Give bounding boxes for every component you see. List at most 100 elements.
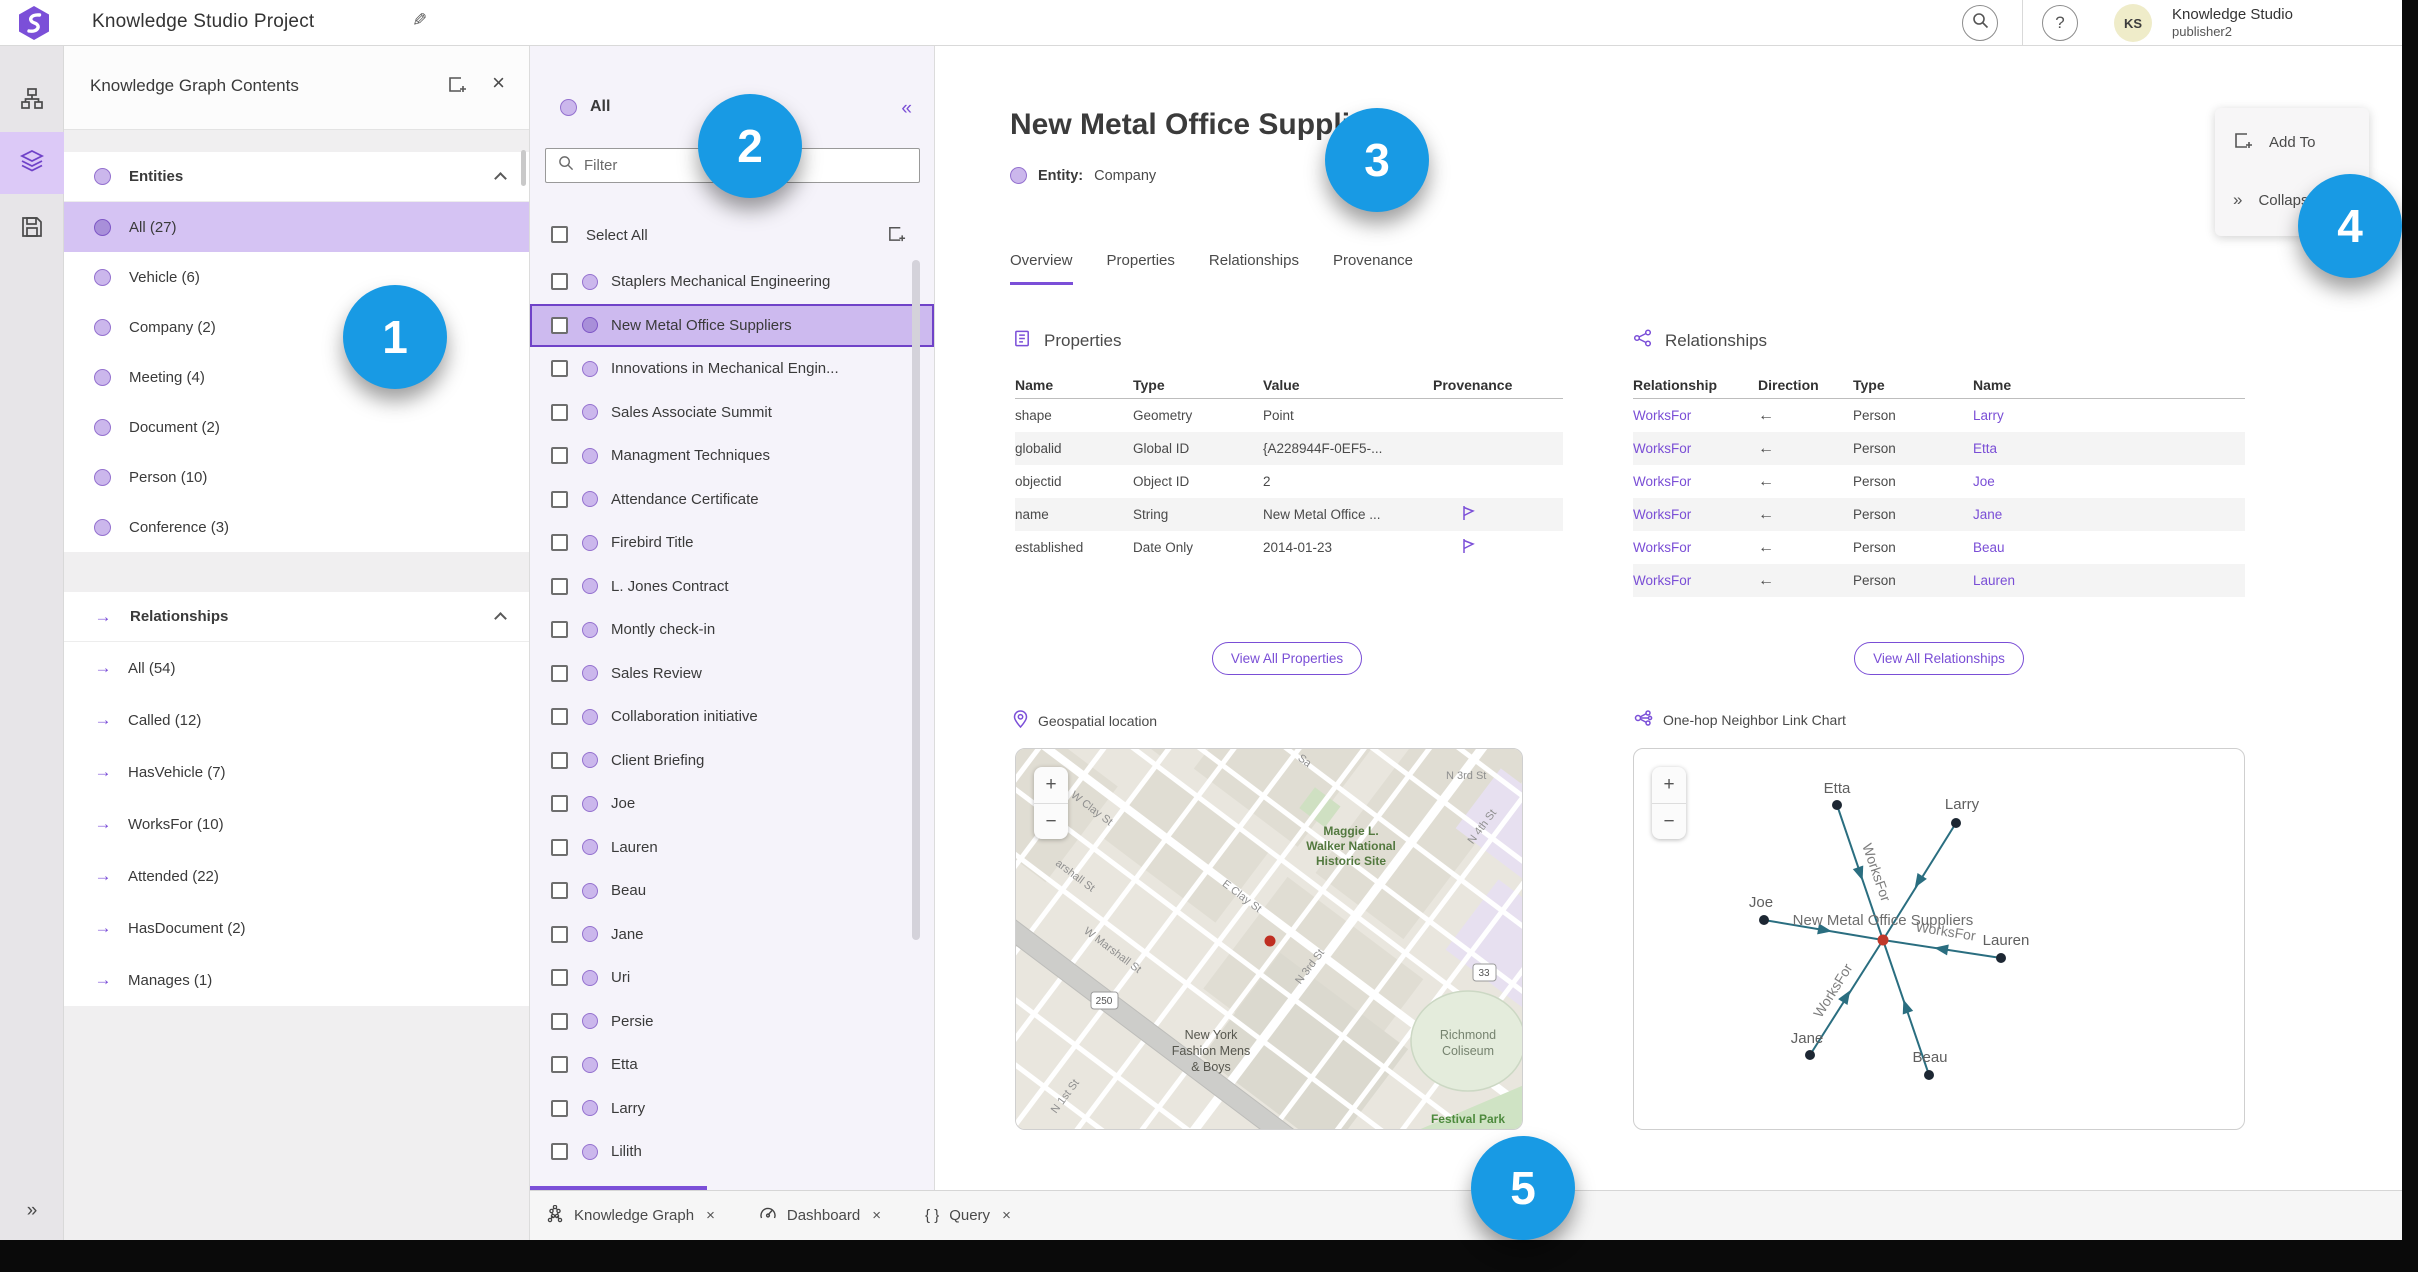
relationship-type-item[interactable]: → All (54) — [64, 642, 529, 694]
zoom-in-button[interactable]: + — [1652, 767, 1686, 803]
related-entity-link[interactable]: Lauren — [1973, 573, 2245, 588]
list-item[interactable]: Firebird Title — [530, 521, 934, 565]
property-row[interactable]: shape Geometry Point — [1015, 399, 1563, 432]
list-item[interactable]: New Metal Office Suppliers — [530, 303, 934, 347]
relationship-link[interactable]: WorksFor — [1633, 573, 1758, 588]
list-item[interactable]: Lilith — [530, 1130, 934, 1174]
node-center[interactable] — [1877, 934, 1889, 946]
item-checkbox[interactable] — [551, 534, 568, 552]
zoom-out-button[interactable]: − — [1034, 803, 1068, 839]
relationship-row[interactable]: WorksFor ← Person Jane — [1633, 498, 2245, 531]
node-joe[interactable] — [1759, 915, 1769, 925]
item-checkbox[interactable] — [551, 751, 568, 769]
account-info[interactable]: Knowledge Studio publisher2 — [2172, 6, 2293, 40]
list-item[interactable]: Managment Techniques — [530, 434, 934, 478]
relationships-section-header[interactable]: → Relationships — [64, 592, 529, 642]
view-all-properties-button[interactable]: View All Properties — [1211, 642, 1363, 675]
edit-title-icon[interactable]: ✎ — [412, 10, 427, 31]
provenance-flag-icon[interactable] — [1433, 505, 1563, 524]
entity-type-item[interactable]: Company (2) — [64, 302, 529, 352]
property-row[interactable]: established Date Only 2014-01-23 — [1015, 531, 1563, 564]
entity-type-item[interactable]: Meeting (4) — [64, 352, 529, 402]
view-all-relationships-button[interactable]: View All Relationships — [1854, 642, 2024, 675]
item-checkbox[interactable] — [551, 621, 568, 639]
relationship-link[interactable]: WorksFor — [1633, 441, 1758, 456]
list-item[interactable]: Uri — [530, 956, 934, 1000]
list-item[interactable]: Joe — [530, 782, 934, 826]
add-to-new-icon[interactable] — [887, 224, 906, 248]
related-entity-link[interactable]: Beau — [1973, 540, 2245, 555]
item-checkbox[interactable] — [551, 1099, 568, 1117]
rail-data-model-button[interactable] — [0, 70, 64, 132]
relationship-type-item[interactable]: → Called (12) — [64, 694, 529, 746]
item-checkbox[interactable] — [551, 577, 568, 595]
node-lauren[interactable] — [1996, 953, 2006, 963]
tab-relationships[interactable]: Relationships — [1209, 252, 1299, 285]
relationship-row[interactable]: WorksFor ← Person Lauren — [1633, 564, 2245, 597]
close-tab-icon[interactable]: × — [706, 1207, 715, 1224]
entity-type-item[interactable]: All (27) — [64, 202, 529, 252]
entity-type-item[interactable]: Document (2) — [64, 402, 529, 452]
add-to-new-icon[interactable] — [447, 74, 467, 99]
tab-query[interactable]: { } Query × — [925, 1207, 1011, 1224]
list-item[interactable]: Etta — [530, 1043, 934, 1087]
entity-type-item[interactable]: Vehicle (6) — [64, 252, 529, 302]
list-item[interactable]: Persie — [530, 1000, 934, 1044]
item-checkbox[interactable] — [551, 490, 568, 508]
add-to-button[interactable]: Add To — [2233, 130, 2315, 154]
related-entity-link[interactable]: Jane — [1973, 507, 2245, 522]
map-card[interactable]: N 3rd St N 4th St W Clay St E Clay St ar… — [1015, 748, 1523, 1130]
item-checkbox[interactable] — [551, 882, 568, 900]
item-checkbox[interactable] — [551, 360, 568, 378]
item-checkbox[interactable] — [551, 1143, 568, 1161]
zoom-in-button[interactable]: + — [1034, 767, 1068, 803]
list-item[interactable]: Beau — [530, 869, 934, 913]
item-checkbox[interactable] — [551, 1012, 568, 1030]
property-row[interactable]: name String New Metal Office ... — [1015, 498, 1563, 531]
provenance-flag-icon[interactable] — [1433, 538, 1563, 557]
item-checkbox[interactable] — [551, 925, 568, 943]
related-entity-link[interactable]: Joe — [1973, 474, 2245, 489]
list-item[interactable]: Sales Associate Summit — [530, 391, 934, 435]
list-item[interactable]: Lauren — [530, 826, 934, 870]
relationship-type-item[interactable]: → Attended (22) — [64, 850, 529, 902]
node-etta[interactable] — [1832, 800, 1842, 810]
relationship-row[interactable]: WorksFor ← Person Beau — [1633, 531, 2245, 564]
list-item[interactable]: Innovations in Mechanical Engin... — [530, 347, 934, 391]
collapse-panel-icon[interactable]: « — [901, 98, 912, 120]
property-row[interactable]: objectid Object ID 2 — [1015, 465, 1563, 498]
relationship-type-item[interactable]: → HasDocument (2) — [64, 902, 529, 954]
item-checkbox[interactable] — [551, 403, 568, 421]
close-tab-icon[interactable]: × — [1002, 1207, 1011, 1224]
list-item[interactable]: Montly check-in — [530, 608, 934, 652]
item-checkbox[interactable] — [551, 795, 568, 813]
property-row[interactable]: globalid Global ID {A228944F-0EF5-... — [1015, 432, 1563, 465]
tab-properties[interactable]: Properties — [1107, 252, 1175, 285]
item-checkbox[interactable] — [551, 969, 568, 987]
item-checkbox[interactable] — [551, 316, 568, 334]
expand-rail-button[interactable]: » — [0, 1200, 64, 1222]
node-larry[interactable] — [1951, 818, 1961, 828]
item-checkbox[interactable] — [551, 447, 568, 465]
entity-type-item[interactable]: Person (10) — [64, 452, 529, 502]
tab-dashboard[interactable]: Dashboard × — [759, 1205, 881, 1227]
relationship-type-item[interactable]: → Manages (1) — [64, 954, 529, 1006]
node-beau[interactable] — [1924, 1070, 1934, 1080]
item-checkbox[interactable] — [551, 664, 568, 682]
rail-save-button[interactable] — [0, 198, 64, 260]
entities-section-header[interactable]: Entities — [64, 152, 529, 202]
close-panel-icon[interactable]: × — [492, 70, 505, 96]
list-item[interactable]: Larry — [530, 1087, 934, 1131]
related-entity-link[interactable]: Etta — [1973, 441, 2245, 456]
rail-layers-button[interactable] — [0, 132, 64, 194]
zoom-out-button[interactable]: − — [1652, 803, 1686, 839]
relationship-link[interactable]: WorksFor — [1633, 507, 1758, 522]
relationship-row[interactable]: WorksFor ← Person Etta — [1633, 432, 2245, 465]
node-jane[interactable] — [1805, 1050, 1815, 1060]
relationship-type-item[interactable]: → HasVehicle (7) — [64, 746, 529, 798]
link-chart-card[interactable]: WorksFor WorksFor WorksFor Etta Larry Jo… — [1633, 748, 2245, 1130]
list-item[interactable]: Attendance Certificate — [530, 478, 934, 522]
tab-overview[interactable]: Overview — [1010, 252, 1073, 285]
item-checkbox[interactable] — [551, 838, 568, 856]
relationship-link[interactable]: WorksFor — [1633, 474, 1758, 489]
